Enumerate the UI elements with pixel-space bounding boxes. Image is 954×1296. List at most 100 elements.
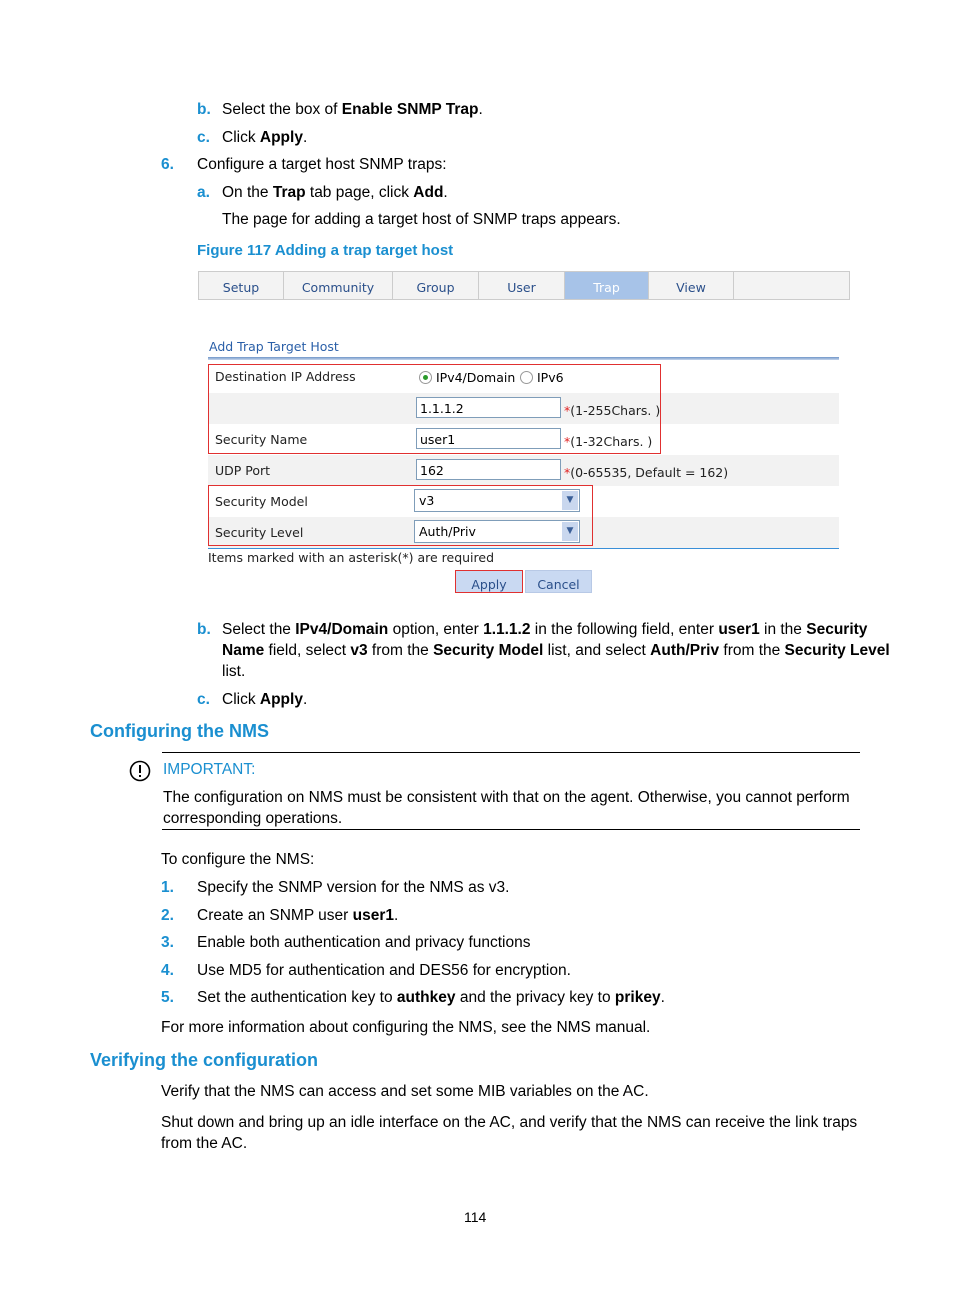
- step-text: Click Apply.: [222, 129, 307, 147]
- bold-term: Trap: [272, 184, 306, 201]
- tab-view[interactable]: View: [649, 272, 734, 299]
- udp-port-label: UDP Port: [215, 463, 271, 478]
- text: in the: [759, 621, 807, 638]
- step-text: Select the box of Enable SNMP Trap.: [222, 101, 483, 119]
- step-marker: a.: [197, 184, 210, 201]
- text: and the privacy key to: [455, 989, 615, 1006]
- text: Use MD5 for authentication and DES56 for…: [197, 961, 571, 979]
- text: Select the: [222, 621, 296, 638]
- divider: [162, 752, 860, 753]
- section-heading: Configuring the NMS: [90, 721, 269, 741]
- tab-community[interactable]: Community: [284, 272, 393, 299]
- required-note: Items marked with an asterisk(*) are req…: [208, 550, 495, 565]
- udp-port-input[interactable]: 162: [416, 459, 561, 480]
- text: Click: [222, 129, 260, 146]
- important-label: IMPORTANT:: [163, 761, 256, 778]
- paragraph: Shut down and bring up an idle interface…: [161, 1114, 858, 1131]
- step-marker: 2.: [161, 906, 174, 924]
- bold-term: IPv4/Domain: [295, 621, 389, 638]
- udp-port-hint: *(0-65535, Default = 162): [564, 465, 728, 480]
- step-text: Create an SNMP user user1.: [197, 907, 398, 925]
- text: On the: [222, 184, 273, 201]
- step-text: Specify the SNMP version for the NMS as …: [197, 879, 509, 897]
- text: from the: [367, 642, 434, 659]
- highlight-box: [208, 485, 593, 546]
- figure-caption: Figure 117 Adding a trap target host: [197, 242, 454, 259]
- paragraph: For more information about configuring t…: [161, 1019, 651, 1036]
- important-text: The configuration on NMS must be consist…: [163, 789, 850, 806]
- bold-term: prikey: [614, 989, 661, 1006]
- tab-trap[interactable]: Trap: [565, 272, 649, 299]
- bold-term: Apply: [259, 691, 303, 708]
- text: field, select: [264, 642, 351, 659]
- step-text: list.: [222, 663, 246, 680]
- text: .: [394, 906, 399, 924]
- important-icon: [129, 760, 151, 782]
- paragraph: Verify that the NMS can access and set s…: [161, 1083, 649, 1100]
- tab-user[interactable]: User: [479, 272, 565, 299]
- step-marker: 5.: [161, 989, 174, 1006]
- tab-group[interactable]: Group: [393, 272, 479, 299]
- screenshot-figure: Setup Community Group User Trap View Add…: [198, 271, 850, 601]
- step-marker: 1.: [161, 879, 174, 896]
- bold-term: Security Model: [433, 642, 544, 659]
- bold-term: user1: [352, 906, 395, 924]
- step-text: Configure a target host SNMP traps:: [197, 156, 447, 173]
- bold-term: Add: [413, 184, 444, 201]
- text: list, and select: [543, 642, 651, 659]
- step-text: Enable both authentication and privacy f…: [197, 934, 530, 952]
- bold-term: Enable SNMP Trap: [341, 101, 479, 118]
- step-marker: 4.: [161, 961, 174, 979]
- page-number: 114: [464, 1209, 487, 1225]
- important-text: corresponding operations.: [163, 810, 343, 827]
- paragraph: from the AC.: [161, 1135, 248, 1152]
- cancel-button[interactable]: Cancel: [525, 570, 592, 593]
- step-text: Use MD5 for authentication and DES56 for…: [197, 962, 571, 980]
- text: Specify the SNMP version for the NMS as …: [197, 879, 510, 896]
- text: .: [302, 129, 308, 146]
- section-title: Add Trap Target Host: [209, 339, 339, 354]
- text: option, enter: [388, 621, 484, 638]
- apply-button[interactable]: Apply: [455, 570, 523, 593]
- udp-port-row: UDP Port 162 *(0-65535, Default = 162): [208, 455, 839, 486]
- bold-term: Security: [806, 621, 868, 638]
- step-marker: b.: [197, 101, 211, 118]
- text: .: [443, 184, 448, 201]
- step-marker: 3.: [161, 934, 174, 951]
- text: .: [302, 691, 308, 708]
- step-text: On the Trap tab page, click Add.: [222, 184, 448, 202]
- step-marker: 6.: [161, 156, 174, 173]
- text: in the following field, enter: [530, 621, 719, 638]
- divider: [162, 829, 860, 830]
- bold-term: 1.1.1.2: [483, 621, 531, 638]
- text: Select the box of: [222, 101, 342, 118]
- text: from the: [719, 642, 785, 659]
- bold-term: Auth/Priv: [650, 642, 720, 659]
- text: .: [478, 101, 483, 118]
- tab-setup[interactable]: Setup: [199, 272, 284, 299]
- bold-term: authkey: [396, 989, 456, 1006]
- step-followup: The page for adding a target host of SNM…: [222, 211, 621, 228]
- paragraph: To configure the NMS:: [161, 851, 315, 868]
- text: tab page, click: [305, 184, 414, 201]
- section-divider: [208, 357, 839, 360]
- text: Set the authentication key to: [197, 989, 397, 1006]
- text: Enable both authentication and privacy f…: [197, 934, 531, 951]
- hint-text: (0-65535, Default = 162): [570, 465, 729, 480]
- bold-term: Apply: [259, 129, 303, 146]
- bold-term: Name: [222, 642, 265, 659]
- step-text: Select the IPv4/Domain option, enter 1.1…: [222, 621, 867, 639]
- step-marker: c.: [197, 129, 210, 146]
- section-heading: Verifying the configuration: [90, 1050, 319, 1070]
- step-text: Set the authentication key to authkey an…: [197, 989, 665, 1007]
- text: Create an SNMP user: [197, 906, 353, 924]
- step-marker: c.: [197, 691, 210, 708]
- highlight-box: [208, 364, 661, 454]
- text: Click: [222, 691, 260, 708]
- step-text: Click Apply.: [222, 691, 307, 709]
- step-marker: b.: [197, 621, 211, 638]
- tab-bar: Setup Community Group User Trap View: [198, 271, 850, 300]
- document-page: b. Select the box of Enable SNMP Trap. c…: [0, 0, 954, 1296]
- text: .: [660, 989, 665, 1006]
- bold-term: Security Level: [784, 642, 890, 659]
